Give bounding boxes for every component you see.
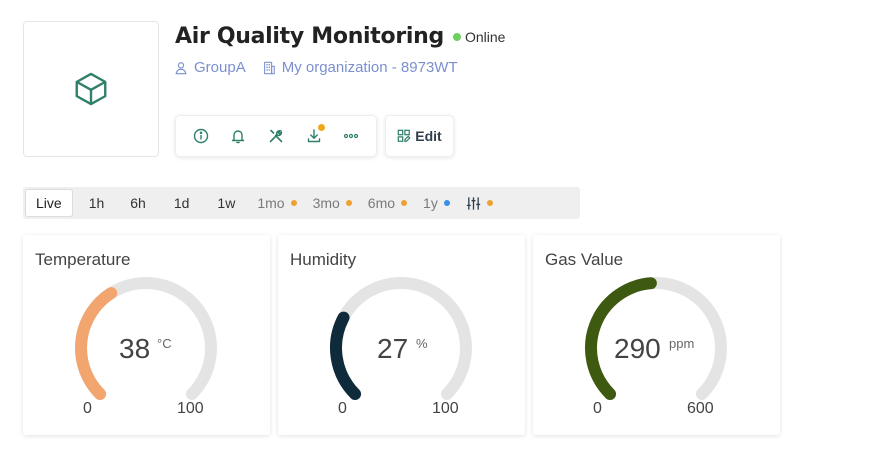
gauge-max-label: 100 [177,400,204,417]
sliders-icon [466,196,481,210]
device-image [23,21,159,157]
range-custom[interactable] [458,189,501,217]
edit-label: Edit [415,128,442,144]
range-1d[interactable]: 1d [160,189,204,217]
range-1h[interactable]: 1h [77,189,117,217]
gauge-fill [330,311,362,400]
cube-icon [75,72,107,106]
gauge-unit: ppm [669,336,695,351]
range-label: 1w [217,195,236,211]
gauge-min-label: 0 [593,400,602,417]
range-6mo[interactable]: 6mo [360,189,415,217]
tools-button[interactable] [262,122,290,150]
range-1mo[interactable]: 1mo [249,189,304,217]
status-text: Online [464,28,506,45]
notifications-button[interactable] [224,122,252,150]
gauge-value: 27 [377,333,409,364]
user-icon [175,61,187,74]
range-status-dot [486,200,493,206]
group-label: GroupA [194,59,246,76]
gauge-max-label: 100 [432,400,459,417]
range-label: 1d [173,195,190,211]
info-button[interactable] [187,122,215,150]
gauge-fill [75,287,118,400]
device-meta: GroupA My organization - 8973WT [174,59,458,76]
device-title: Air Quality Monitoring [175,24,444,49]
range-1y[interactable]: 1y [415,189,458,217]
bell-icon [232,130,245,144]
edit-button[interactable]: Edit [385,115,454,157]
gauge-value: 38 [119,333,151,364]
more-icon [344,133,359,139]
gauge-value: 290 [614,333,661,364]
info-icon [193,128,208,144]
range-status-dot [345,200,352,206]
group-link[interactable]: GroupA [174,59,246,76]
tools-icon [269,129,283,143]
range-live[interactable]: Live [25,189,73,217]
gauge-unit: % [416,336,428,351]
range-label: 1y [423,195,438,211]
device-action-bar [175,115,377,157]
dashboard-edit-icon [397,129,411,142]
range-6h[interactable]: 6h [116,189,160,217]
range-label: 3mo [312,195,340,211]
download-button[interactable] [300,122,328,150]
download-badge [317,124,325,131]
time-range-selector: Live 1h 6h 1d 1w 1mo 3mo 6mo 1y [23,187,580,219]
title-row: Air Quality Monitoring Online [175,24,505,49]
temperature-widget: Temperature 38 °C 0 100 [23,235,270,435]
range-label: 1mo [257,195,285,211]
gauge-min-label: 0 [338,400,347,417]
humidity-widget: Humidity 27 % 0 100 [278,235,525,435]
range-status-dot [290,200,297,206]
range-1w[interactable]: 1w [203,189,249,217]
gauge-min-label: 0 [83,400,92,417]
range-status-dot [401,200,408,206]
organization-link[interactable]: My organization - 8973WT [262,59,458,76]
range-3mo[interactable]: 3mo [305,189,360,217]
gauge-max-label: 600 [687,400,714,417]
range-label: Live [36,195,62,211]
range-label: 6h [130,195,146,211]
organization-label: My organization - 8973WT [281,59,458,76]
range-label: 6mo [367,195,396,211]
more-button[interactable] [337,122,365,150]
gauge-unit: °C [157,336,172,351]
range-label: 1h [88,195,105,211]
range-status-dot [443,200,450,206]
status-indicator [452,32,461,41]
gas-value-widget: Gas Value 290 ppm 0 600 [533,235,780,435]
building-icon [263,61,275,74]
